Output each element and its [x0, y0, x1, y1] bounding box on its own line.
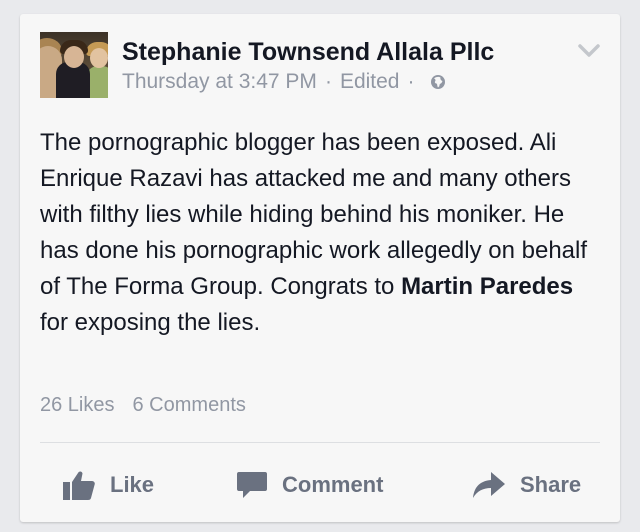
- engagement-counts: 26 Likes 6 Comments: [40, 394, 246, 417]
- post-timestamp[interactable]: Thursday at 3:47 PM: [122, 70, 317, 94]
- like-button[interactable]: Like: [62, 466, 154, 504]
- share-button[interactable]: Share: [472, 466, 581, 504]
- comment-label: Comment: [282, 472, 384, 497]
- likes-count[interactable]: 26 Likes: [40, 394, 115, 416]
- author-name[interactable]: Stephanie Townsend Allala Pllc: [122, 38, 494, 67]
- thumbs-up-icon: [63, 471, 95, 500]
- chevron-down-icon[interactable]: [578, 44, 600, 58]
- comments-count[interactable]: 6 Comments: [133, 394, 246, 416]
- mentioned-person[interactable]: Martin Paredes: [401, 273, 573, 300]
- comment-button[interactable]: Comment: [236, 466, 383, 504]
- post-body: The pornographic blogger has been expose…: [40, 125, 600, 341]
- post-text-end: for exposing the lies.: [40, 309, 261, 336]
- divider: [40, 442, 600, 443]
- share-label: Share: [520, 472, 582, 497]
- comment-bubble-icon: [237, 472, 267, 498]
- meta-separator: ·: [324, 70, 332, 93]
- globe-icon[interactable]: [430, 74, 446, 90]
- post-card: Stephanie Townsend Allala Pllc Thursday …: [20, 14, 620, 522]
- meta-separator: ·: [407, 70, 415, 93]
- like-label: Like: [110, 472, 155, 497]
- avatar[interactable]: [40, 32, 108, 98]
- post-meta: Thursday at 3:47 PM · Edited ·: [122, 70, 446, 94]
- share-arrow-icon: [473, 472, 505, 498]
- edited-label[interactable]: Edited: [340, 70, 400, 94]
